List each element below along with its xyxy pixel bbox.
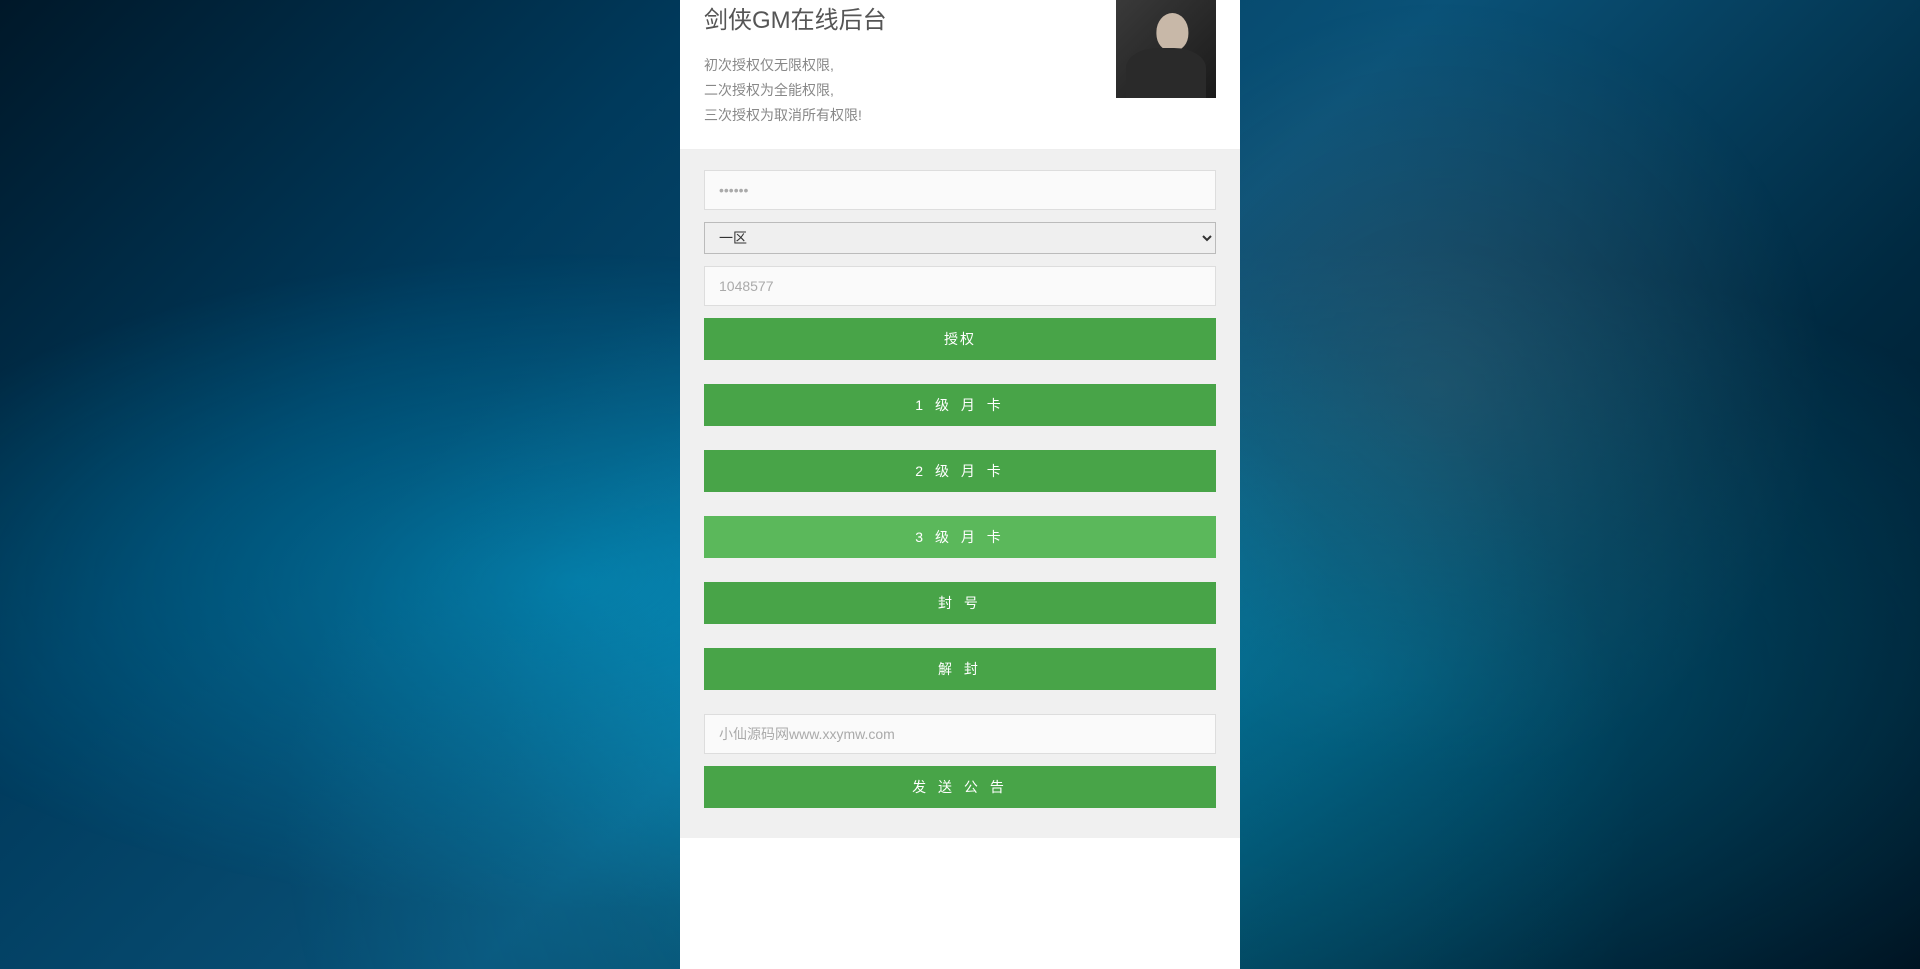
- zone-select[interactable]: 一区: [704, 222, 1216, 254]
- header: 剑侠GM在线后台 初次授权仅无限权限, 二次授权为全能权限, 三次授权为取消所有…: [680, 0, 1240, 150]
- form-area: 一区 授权 1 级 月 卡 2 级 月 卡 3 级 月 卡 封 号 解 封 发 …: [680, 150, 1240, 838]
- password-input[interactable]: [704, 170, 1216, 210]
- unban-button[interactable]: 解 封: [704, 648, 1216, 690]
- card3-button[interactable]: 3 级 月 卡: [704, 516, 1216, 558]
- desc-line-2: 二次授权为全能权限,: [704, 78, 1116, 103]
- announce-input[interactable]: [704, 714, 1216, 754]
- header-description: 初次授权仅无限权限, 二次授权为全能权限, 三次授权为取消所有权限!: [704, 53, 1116, 129]
- id-input[interactable]: [704, 266, 1216, 306]
- desc-line-3: 三次授权为取消所有权限!: [704, 103, 1116, 128]
- header-text-block: 剑侠GM在线后台 初次授权仅无限权限, 二次授权为全能权限, 三次授权为取消所有…: [704, 0, 1116, 129]
- card2-button[interactable]: 2 级 月 卡: [704, 450, 1216, 492]
- main-panel: 剑侠GM在线后台 初次授权仅无限权限, 二次授权为全能权限, 三次授权为取消所有…: [680, 0, 1240, 969]
- card1-button[interactable]: 1 级 月 卡: [704, 384, 1216, 426]
- ban-button[interactable]: 封 号: [704, 582, 1216, 624]
- authorize-button[interactable]: 授权: [704, 318, 1216, 360]
- avatar: [1116, 0, 1216, 98]
- page-title: 剑侠GM在线后台: [704, 0, 1116, 35]
- desc-line-1: 初次授权仅无限权限,: [704, 53, 1116, 78]
- send-announce-button[interactable]: 发 送 公 告: [704, 766, 1216, 808]
